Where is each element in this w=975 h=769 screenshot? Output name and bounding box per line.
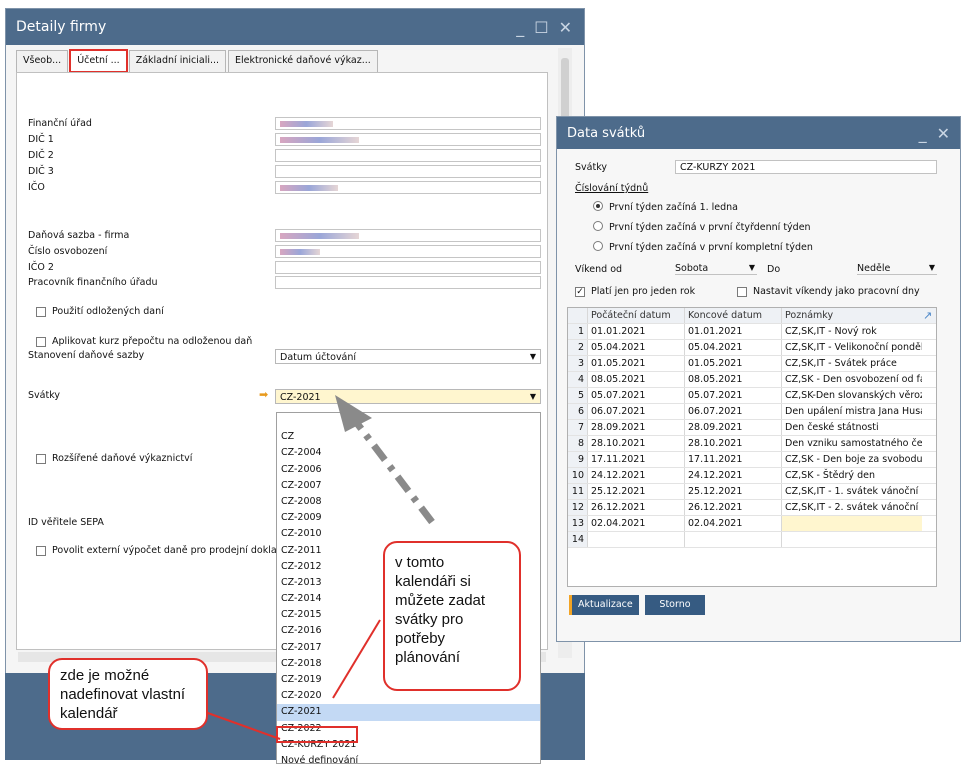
arrow-head	[335, 395, 372, 432]
callout-plan-holidays: v tomto kalendáři si můžete zadat svátky…	[383, 541, 521, 691]
callout-custom-calendar: zde je možné nadefinovat vlastní kalendá…	[48, 658, 208, 730]
callout-pointer	[332, 619, 381, 699]
callout-pointer	[204, 711, 281, 740]
dashed-arrow-line	[347, 411, 435, 525]
